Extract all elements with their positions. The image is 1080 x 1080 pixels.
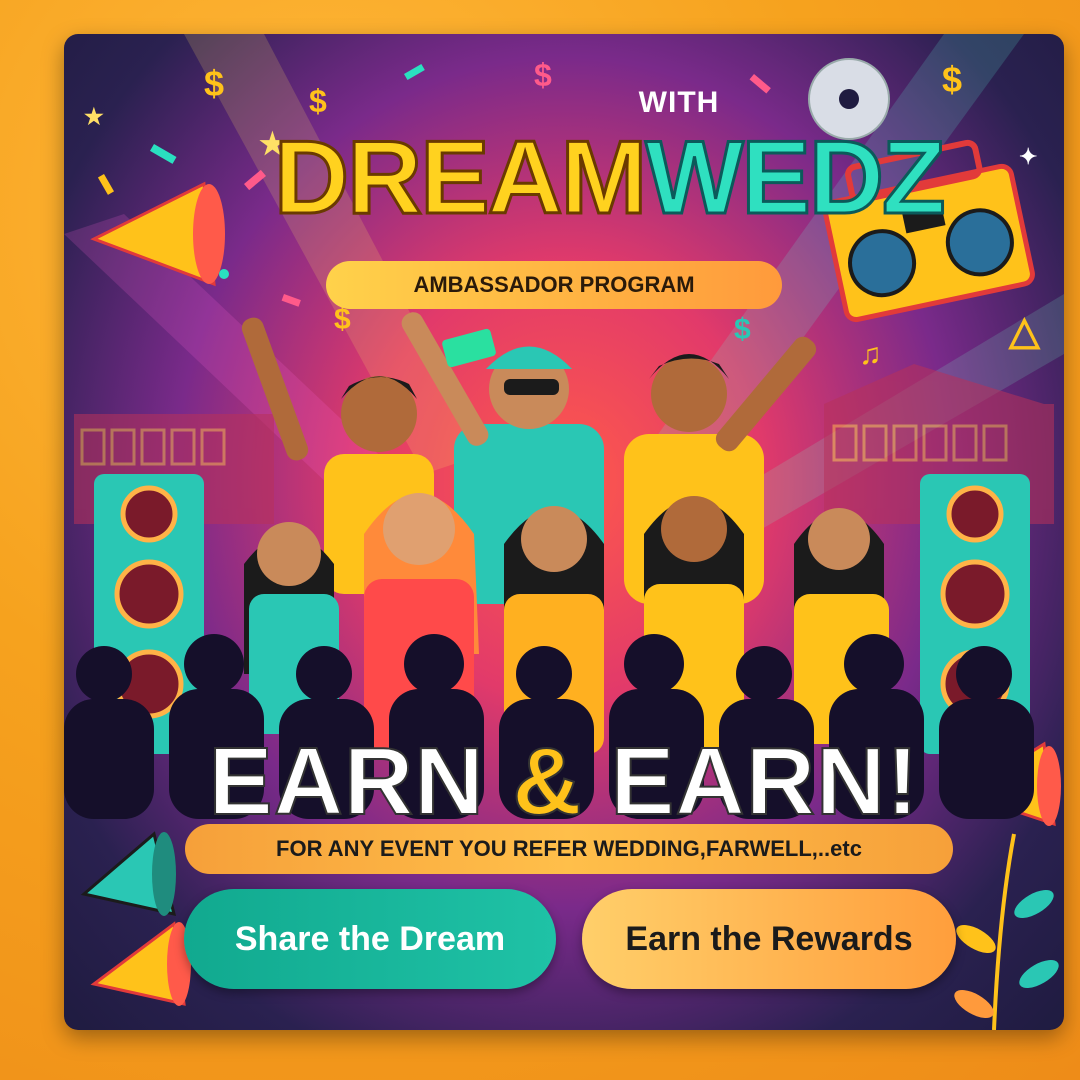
refer-banner: FOR ANY EVENT YOU REFER WEDDING,FARWELL,… xyxy=(185,824,953,874)
brand-prefix: WITH xyxy=(638,86,720,119)
dollar-icon: $ xyxy=(942,59,962,100)
brand-name-part1: DREAM xyxy=(272,120,648,236)
headline-ampersand: & xyxy=(511,728,583,835)
star-icon: ★ xyxy=(84,104,104,129)
music-note-icon: ♫ xyxy=(859,338,882,371)
brand-logo: DREAMWEDZ xyxy=(272,125,947,232)
headline-right: EARN! xyxy=(609,728,920,835)
dollar-icon: $ xyxy=(204,63,224,104)
program-label: AMBASSADOR PROGRAM xyxy=(326,261,782,309)
triangle-icon: △ xyxy=(1008,309,1041,353)
star-icon: ✦ xyxy=(1019,144,1037,169)
megaphone-icon xyxy=(80,831,177,916)
promo-poster: $ $ $ $ $ $ ★ ★ ✦ ♫ △ WITH DREAMWEDZ AMB… xyxy=(64,34,1064,1030)
dollar-icon: $ xyxy=(309,83,327,119)
megaphone-icon xyxy=(90,921,191,1006)
share-the-dream-button[interactable]: Share the Dream xyxy=(184,889,556,989)
brand-name-part2: WEDZ xyxy=(644,120,947,236)
earn-the-rewards-button[interactable]: Earn the Rewards xyxy=(582,889,956,989)
dollar-icon: $ xyxy=(534,57,552,93)
dollar-icon: $ xyxy=(734,313,751,346)
light-beam xyxy=(184,34,484,474)
headline: EARN & EARN! xyxy=(154,733,974,831)
leaf-decoration xyxy=(954,833,1059,1030)
headline-left: EARN xyxy=(208,728,485,835)
